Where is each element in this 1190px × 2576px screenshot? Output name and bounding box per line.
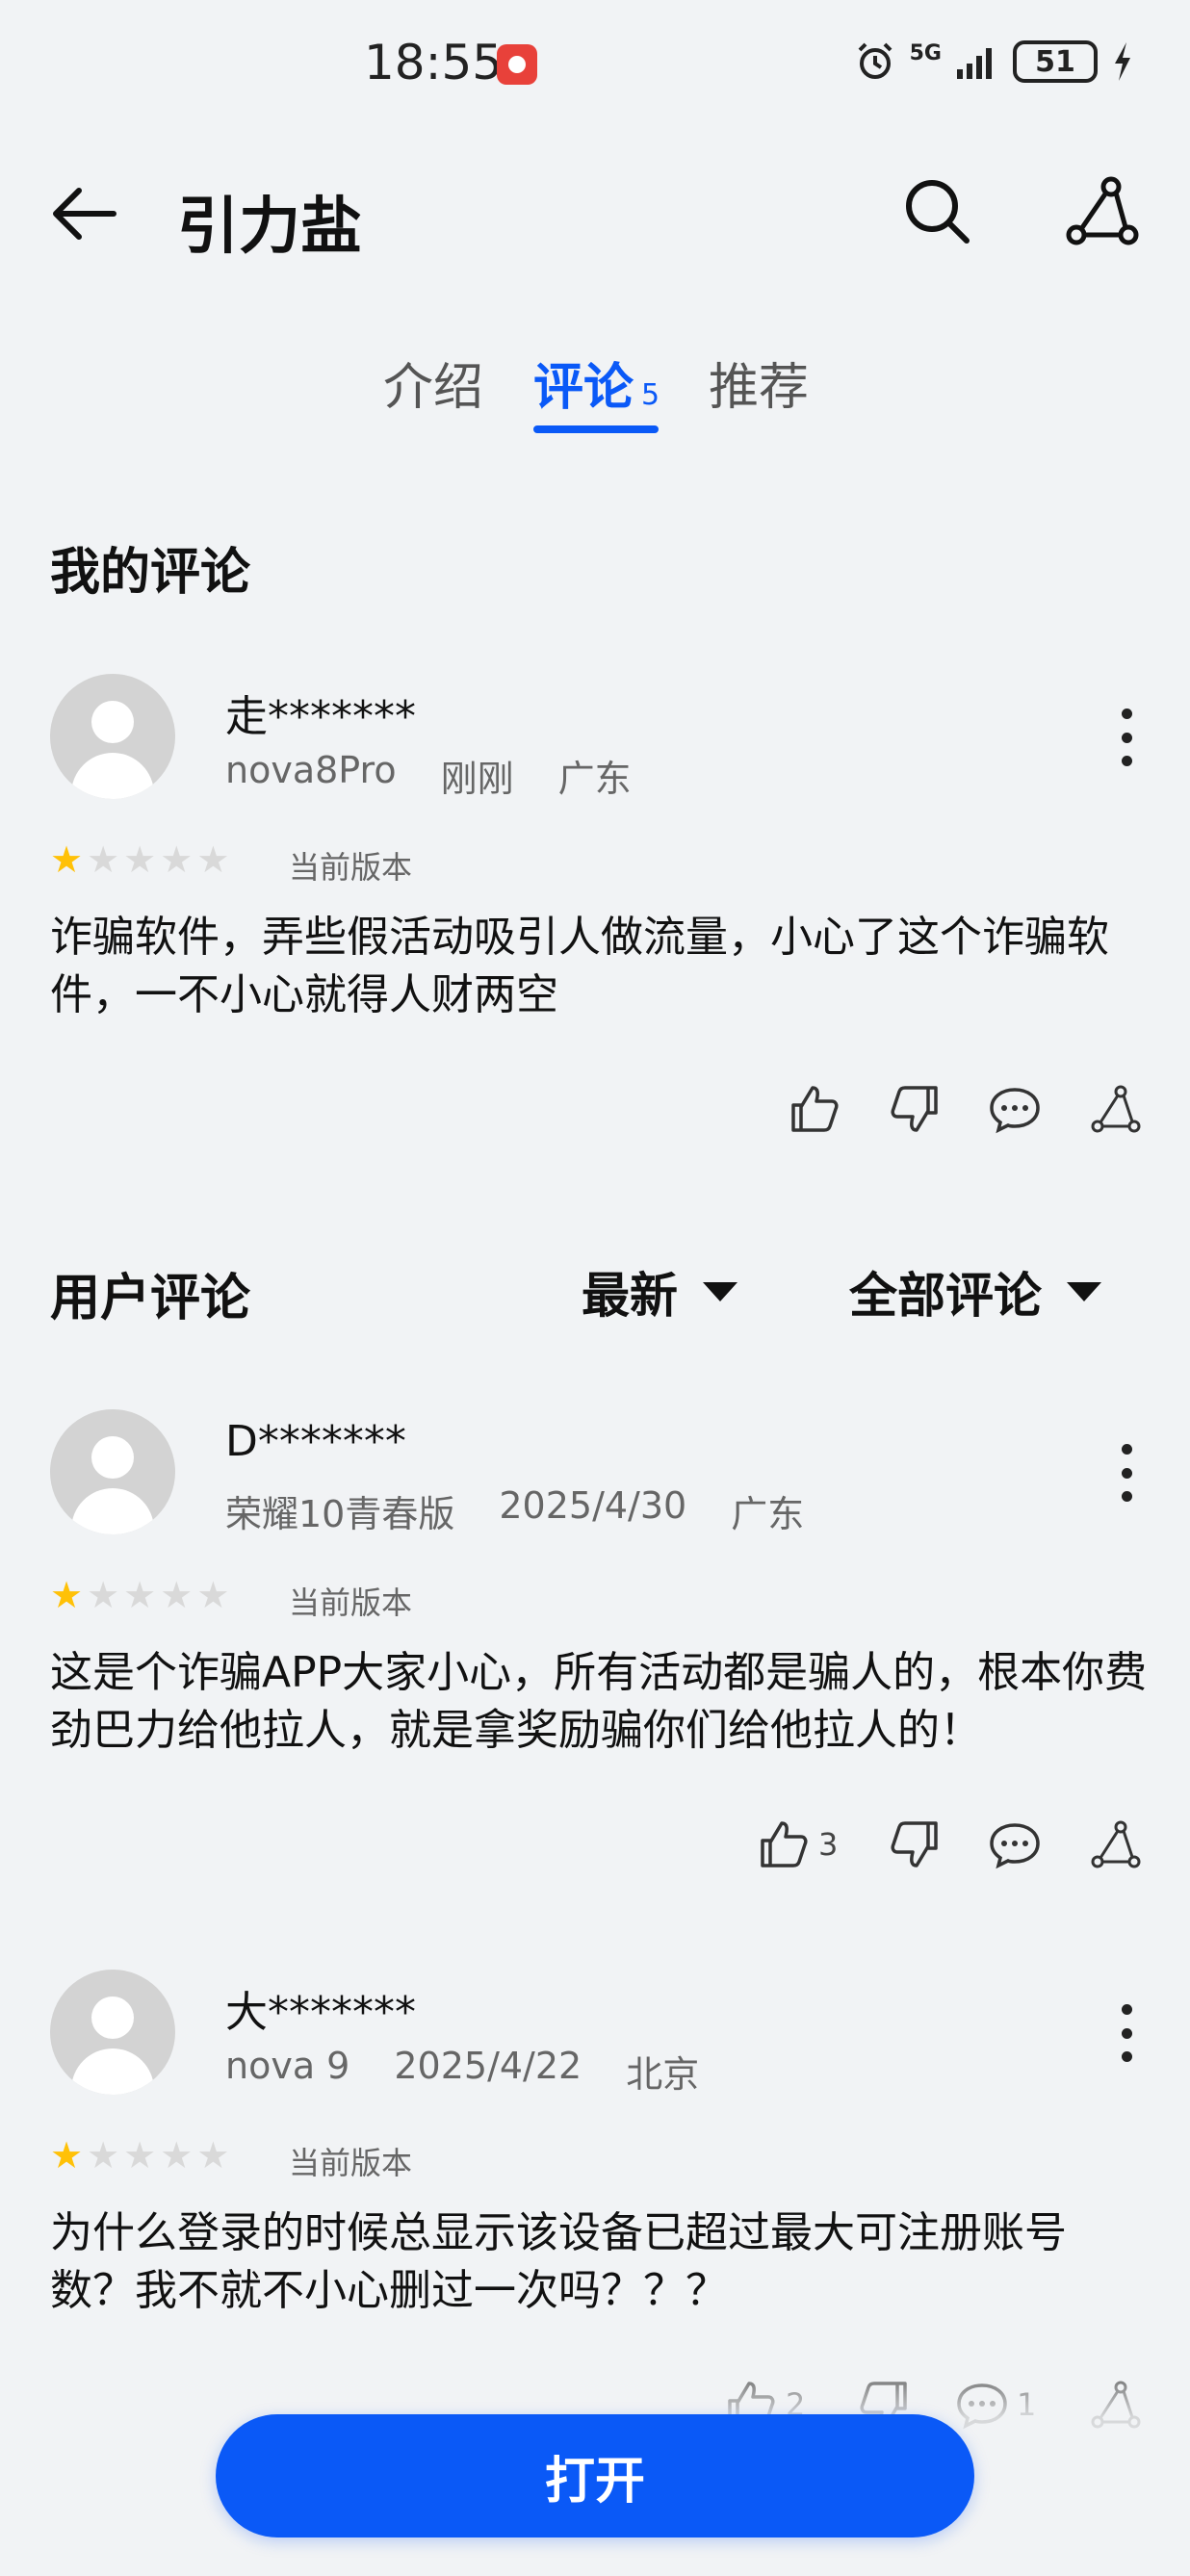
like-button[interactable]: [788, 1082, 841, 1136]
star-empty-icon: ★: [123, 1574, 157, 1616]
tab-reviews-label: 评论: [533, 359, 634, 417]
review-device: nova 9: [225, 2045, 350, 2087]
review-username: D*******: [225, 1417, 406, 1466]
like-count: 3: [818, 1826, 839, 1863]
filter-dropdown[interactable]: 全部评论: [849, 1257, 1101, 1327]
more-options-button[interactable]: [1107, 1434, 1146, 1511]
more-options-button[interactable]: [1107, 699, 1146, 776]
share-icon: [1091, 1085, 1141, 1133]
thumbs-up-icon: [761, 1821, 808, 1868]
my-reviews-title: 我的评论: [50, 544, 251, 602]
signal-icon: [957, 48, 992, 79]
tab-recommend[interactable]: 推荐: [709, 347, 809, 419]
version-label: 当前版本: [289, 2145, 413, 2181]
review-share-button[interactable]: [1088, 1817, 1142, 1871]
review-meta: nova8Pro 刚刚 广东: [225, 749, 632, 802]
dropdown-triangle-icon: [703, 1282, 737, 1301]
star-empty-icon: ★: [160, 2134, 194, 2177]
review-location: 广东: [557, 758, 632, 800]
network-type: 5G: [909, 40, 942, 65]
version-label: 当前版本: [289, 1584, 413, 1621]
review-time: 2025/4/22: [394, 2045, 582, 2087]
star-empty-icon: ★: [196, 2134, 230, 2177]
review-actions: [0, 1082, 1190, 1140]
tab-reviews[interactable]: 评论 5: [533, 347, 660, 419]
app-header: 引力盐: [0, 154, 1190, 270]
avatar: [50, 1409, 175, 1534]
star-empty-icon: ★: [196, 1574, 230, 1616]
comment-icon: [990, 1088, 1040, 1134]
tab-bar: 介绍 评论 5 推荐: [0, 347, 1190, 443]
comment-icon: [990, 1823, 1040, 1869]
open-app-button[interactable]: 打开: [216, 2414, 974, 2537]
battery-indicator: 51: [1013, 40, 1098, 83]
version-label: 当前版本: [289, 849, 413, 886]
review-actions: 3: [0, 1817, 1190, 1875]
star-rating: ★ ★ ★ ★ ★: [50, 841, 229, 878]
review-text: 为什么登录的时候总显示该设备已超过最大可注册账号数？我不就不小心删过一次吗？？？: [50, 2208, 1067, 2315]
star-empty-icon: ★: [87, 2134, 120, 2177]
share-icon: [1091, 1820, 1141, 1868]
avatar: [50, 674, 175, 799]
star-empty-icon: ★: [196, 838, 230, 881]
star-rating: ★ ★ ★ ★ ★: [50, 2137, 229, 2174]
review-username: 走*******: [225, 692, 416, 741]
review-device: nova8Pro: [225, 749, 397, 791]
review-location: 北京: [626, 2053, 700, 2096]
review-location: 广东: [731, 1493, 805, 1535]
back-button[interactable]: [46, 175, 123, 252]
status-icons: 5G 51: [854, 40, 1134, 83]
review-text: 这是个诈骗APP大家小心，所有活动都是骗人的，根本你费劲巴力给他拉人，就是拿奖励…: [50, 1648, 1148, 1755]
review-text: 诈骗软件，弄些假活动吸引人做流量，小心了这个诈骗软件，一不小心就得人财两空: [50, 913, 1109, 1019]
active-tab-indicator: [533, 425, 659, 433]
review-meta: 荣耀10青春版 2025/4/30 广东: [225, 1484, 804, 1537]
review-time: 刚刚: [440, 758, 514, 800]
search-button[interactable]: [899, 173, 976, 250]
avatar: [50, 1970, 175, 2095]
thumbs-up-icon: [791, 1086, 839, 1132]
status-bar: 18:55 5G 51: [0, 0, 1190, 135]
review-device: 荣耀10青春版: [225, 1493, 455, 1535]
star-filled-icon: ★: [50, 1574, 84, 1616]
star-empty-icon: ★: [160, 838, 194, 881]
comment-button[interactable]: [988, 1082, 1042, 1136]
review-username: 大*******: [225, 1988, 416, 2037]
review-time: 2025/4/30: [499, 1484, 687, 1527]
search-icon: [906, 180, 970, 244]
star-empty-icon: ★: [123, 838, 157, 881]
star-filled-icon: ★: [50, 2134, 84, 2177]
back-arrow-icon: [53, 188, 116, 240]
dropdown-triangle-icon: [1067, 1282, 1101, 1301]
user-reviews-title: 用户评论: [50, 1270, 251, 1327]
share-icon: [1066, 176, 1139, 245]
dislike-button[interactable]: [888, 1817, 942, 1871]
notification-app-icon: [497, 44, 537, 85]
star-empty-icon: ★: [123, 2134, 157, 2177]
charging-icon: [1115, 42, 1130, 81]
share-button[interactable]: [1063, 173, 1140, 250]
battery-level: 51: [1035, 44, 1075, 79]
star-empty-icon: ★: [87, 838, 120, 881]
dislike-button[interactable]: [888, 1082, 942, 1136]
star-empty-icon: ★: [87, 1574, 120, 1616]
tab-reviews-count: 5: [641, 378, 660, 412]
tab-intro[interactable]: 介绍: [383, 347, 483, 419]
thumbs-down-icon: [891, 1086, 938, 1132]
like-button[interactable]: 3: [757, 1817, 838, 1871]
sort-dropdown[interactable]: 最新: [582, 1257, 737, 1327]
sort-label: 最新: [582, 1268, 678, 1324]
thumbs-down-icon: [891, 1821, 938, 1868]
review-share-button[interactable]: [1088, 1082, 1142, 1136]
page-title: 引力盐: [177, 192, 362, 263]
more-options-button[interactable]: [1107, 1995, 1146, 2072]
filter-label: 全部评论: [849, 1268, 1042, 1324]
star-filled-icon: ★: [50, 838, 84, 881]
alarm-icon: [858, 42, 892, 79]
comment-button[interactable]: [988, 1817, 1042, 1871]
review-meta: nova 9 2025/4/22 北京: [225, 2045, 699, 2098]
star-rating: ★ ★ ★ ★ ★: [50, 1577, 229, 1613]
star-empty-icon: ★: [160, 1574, 194, 1616]
status-time: 18:55: [364, 35, 504, 90]
